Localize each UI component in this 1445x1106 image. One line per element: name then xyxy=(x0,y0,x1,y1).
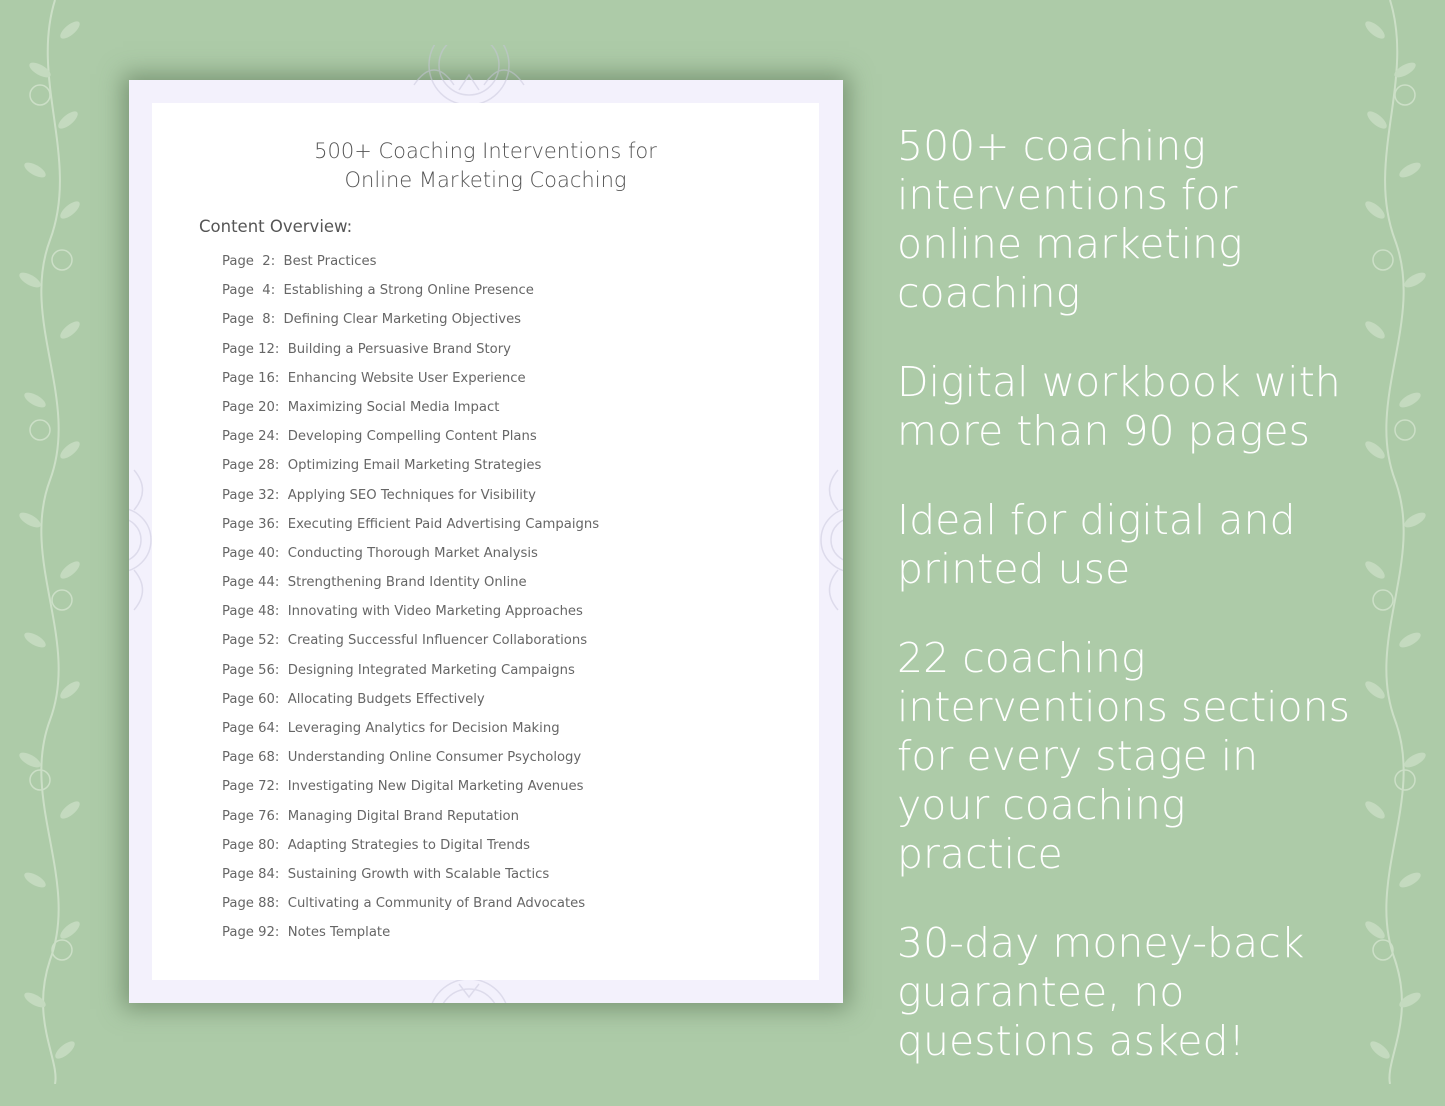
toc-page-number: Page 8: xyxy=(222,312,284,328)
toc-page-number: Page 88: xyxy=(222,896,288,912)
toc-entry: Page 72: Investigating New Digital Marke… xyxy=(222,779,599,808)
toc-page-number: Page 40: xyxy=(222,545,288,561)
toc-entry: Page 80: Adapting Strategies to Digital … xyxy=(222,838,599,867)
toc-page-number: Page 2: xyxy=(222,254,284,269)
toc-topic: Conducting Thorough Market Analysis xyxy=(287,545,538,561)
table-of-contents: Page 2: Best Practices Page 4: Establishi… xyxy=(222,254,599,955)
toc-entry: Page 16: Enhancing Website User Experien… xyxy=(222,371,599,400)
toc-page-number: Page 32: xyxy=(222,487,288,503)
toc-topic: Investigating New Digital Marketing Aven… xyxy=(287,779,584,795)
mandala-left-decoration xyxy=(129,469,152,611)
toc-topic: Developing Compelling Content Plans xyxy=(287,429,537,445)
toc-entry: Page 8: Defining Clear Marketing Objecti… xyxy=(222,312,599,341)
toc-page-number: Page 4: xyxy=(222,283,284,299)
toc-page-number: Page 60: xyxy=(222,691,288,707)
toc-topic: Optimizing Email Marketing Strategies xyxy=(287,458,542,474)
feature-item: Ideal for digital and printed use xyxy=(897,496,1296,593)
toc-entry: Page 36: Executing Efficient Paid Advert… xyxy=(222,517,599,546)
toc-topic: Designing Integrated Marketing Campaigns xyxy=(287,662,575,678)
toc-page-number: Page 24: xyxy=(222,429,288,445)
content-sheet: 500+ Coaching Interventions for Online M… xyxy=(152,103,819,980)
toc-page-number: Page 92: xyxy=(222,925,288,941)
toc-page-number: Page 44: xyxy=(222,575,288,591)
toc-entry: Page 76: Managing Digital Brand Reputati… xyxy=(222,809,599,838)
toc-page-number: Page 76: xyxy=(222,808,288,824)
toc-page-number: Page 72: xyxy=(222,779,288,795)
toc-topic: Best Practices xyxy=(283,254,377,269)
toc-page-number: Page 48: xyxy=(222,604,288,620)
toc-page-number: Page 12: xyxy=(222,341,288,357)
toc-entry: Page 2: Best Practices xyxy=(222,254,599,283)
toc-topic: Adapting Strategies to Digital Trends xyxy=(287,837,530,853)
toc-page-number: Page 68: xyxy=(222,750,288,766)
toc-topic: Defining Clear Marketing Objectives xyxy=(283,312,522,328)
toc-page-number: Page 84: xyxy=(222,866,288,882)
toc-topic: Executing Efficient Paid Advertising Cam… xyxy=(287,516,600,532)
toc-entry: Page 64: Leveraging Analytics for Decisi… xyxy=(222,721,599,750)
toc-entry: Page 28: Optimizing Email Marketing Stra… xyxy=(222,458,599,487)
feature-item: 30-day money-back guarantee, no question… xyxy=(897,919,1305,1065)
toc-topic: Cultivating a Community of Brand Advocat… xyxy=(287,896,586,912)
toc-page-number: Page 52: xyxy=(222,633,288,649)
toc-entry: Page 4: Establishing a Strong Online Pre… xyxy=(222,283,599,312)
toc-page-number: Page 20: xyxy=(222,399,288,415)
toc-topic: Managing Digital Brand Reputation xyxy=(287,808,519,824)
toc-entry: Page 60: Allocating Budgets Effectively xyxy=(222,692,599,721)
toc-entry: Page 32: Applying SEO Techniques for Vis… xyxy=(222,488,599,517)
document-title-line-2: Online Marketing Coaching xyxy=(344,168,627,192)
toc-entry: Page 52: Creating Successful Influencer … xyxy=(222,633,599,662)
toc-topic: Sustaining Growth with Scalable Tactics xyxy=(287,866,550,882)
toc-topic: Innovating with Video Marketing Approach… xyxy=(287,604,583,620)
toc-entry: Page 48: Innovating with Video Marketing… xyxy=(222,604,599,633)
toc-topic: Applying SEO Techniques for Visibility xyxy=(287,487,536,503)
mandala-right-decoration xyxy=(820,469,843,611)
toc-page-number: Page 56: xyxy=(222,662,288,678)
toc-entry: Page 92: Notes Template xyxy=(222,925,599,954)
toc-page-number: Page 64: xyxy=(222,721,288,736)
toc-entry: Page 12: Building a Persuasive Brand Sto… xyxy=(222,342,599,371)
feature-item: 22 coaching interventions sections for e… xyxy=(897,634,1350,878)
document-title-line-1: 500+ Coaching Interventions for xyxy=(314,139,657,163)
feature-item: Digital workbook with more than 90 pages xyxy=(897,358,1341,455)
toc-entry: Page 84: Sustaining Growth with Scalable… xyxy=(222,867,599,896)
toc-entry: Page 56: Designing Integrated Marketing … xyxy=(222,663,599,692)
toc-topic: Leveraging Analytics for Decision Making xyxy=(287,721,560,736)
toc-topic: Allocating Budgets Effectively xyxy=(287,691,485,707)
toc-topic: Maximizing Social Media Impact xyxy=(287,399,500,415)
toc-topic: Establishing a Strong Online Presence xyxy=(283,283,534,299)
mandala-top-decoration xyxy=(413,45,525,105)
feature-item: 500+ coaching interventions for online m… xyxy=(897,122,1243,317)
toc-topic: Enhancing Website User Experience xyxy=(287,370,526,386)
toc-page-number: Page 80: xyxy=(222,837,288,853)
toc-topic: Building a Persuasive Brand Story xyxy=(287,341,511,357)
toc-topic: Notes Template xyxy=(287,925,391,941)
feature-list: 500+ coaching interventions for online m… xyxy=(897,122,1357,1106)
document-title: 500+ Coaching Interventions for Online M… xyxy=(152,137,819,195)
toc-page-number: Page 28: xyxy=(222,458,288,474)
toc-page-number: Page 36: xyxy=(222,516,288,532)
floral-vine-left-decoration xyxy=(19,0,80,1084)
toc-entry: Page 20: Maximizing Social Media Impact xyxy=(222,400,599,429)
toc-entry: Page 68: Understanding Online Consumer P… xyxy=(222,750,599,779)
content-overview-heading: Content Overview: xyxy=(199,217,353,236)
toc-topic: Creating Successful Influencer Collabora… xyxy=(287,633,588,649)
toc-topic: Strengthening Brand Identity Online xyxy=(287,575,527,591)
toc-entry: Page 24: Developing Compelling Content P… xyxy=(222,429,599,458)
toc-page-number: Page 16: xyxy=(222,370,288,386)
toc-entry: Page 40: Conducting Thorough Market Anal… xyxy=(222,546,599,575)
toc-entry: Page 44: Strengthening Brand Identity On… xyxy=(222,575,599,604)
toc-entry: Page 88: Cultivating a Community of Bran… xyxy=(222,896,599,925)
toc-topic: Understanding Online Consumer Psychology xyxy=(287,750,582,766)
mandala-bottom-decoration xyxy=(431,979,507,1003)
workbook-page-preview: 500+ Coaching Interventions for Online M… xyxy=(129,45,843,1003)
